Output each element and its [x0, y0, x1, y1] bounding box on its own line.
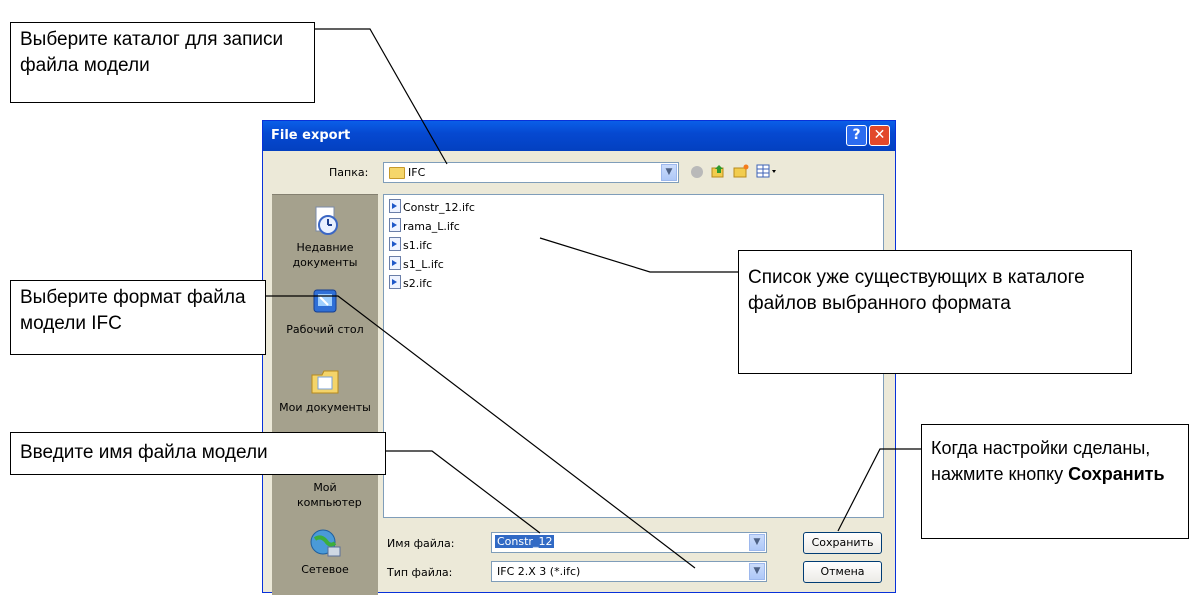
- callout-save: Когда настройки сделаны, нажмите кнопку …: [921, 424, 1189, 539]
- callout-folder: Выберите каталог для записи файла модели: [10, 22, 315, 103]
- leader-line-list: [539, 237, 738, 273]
- callout-file-list: Список уже существующих в каталоге файло…: [738, 250, 1132, 374]
- leader-line-save: [837, 448, 921, 532]
- leader-line-folder: [315, 28, 448, 165]
- callout-save-bold: Сохранить: [1068, 464, 1165, 484]
- leader-line-filename: [386, 450, 541, 534]
- callout-filename: Введите имя файла модели: [10, 432, 386, 475]
- callout-format: Выберите формат файла модели IFC: [10, 280, 266, 355]
